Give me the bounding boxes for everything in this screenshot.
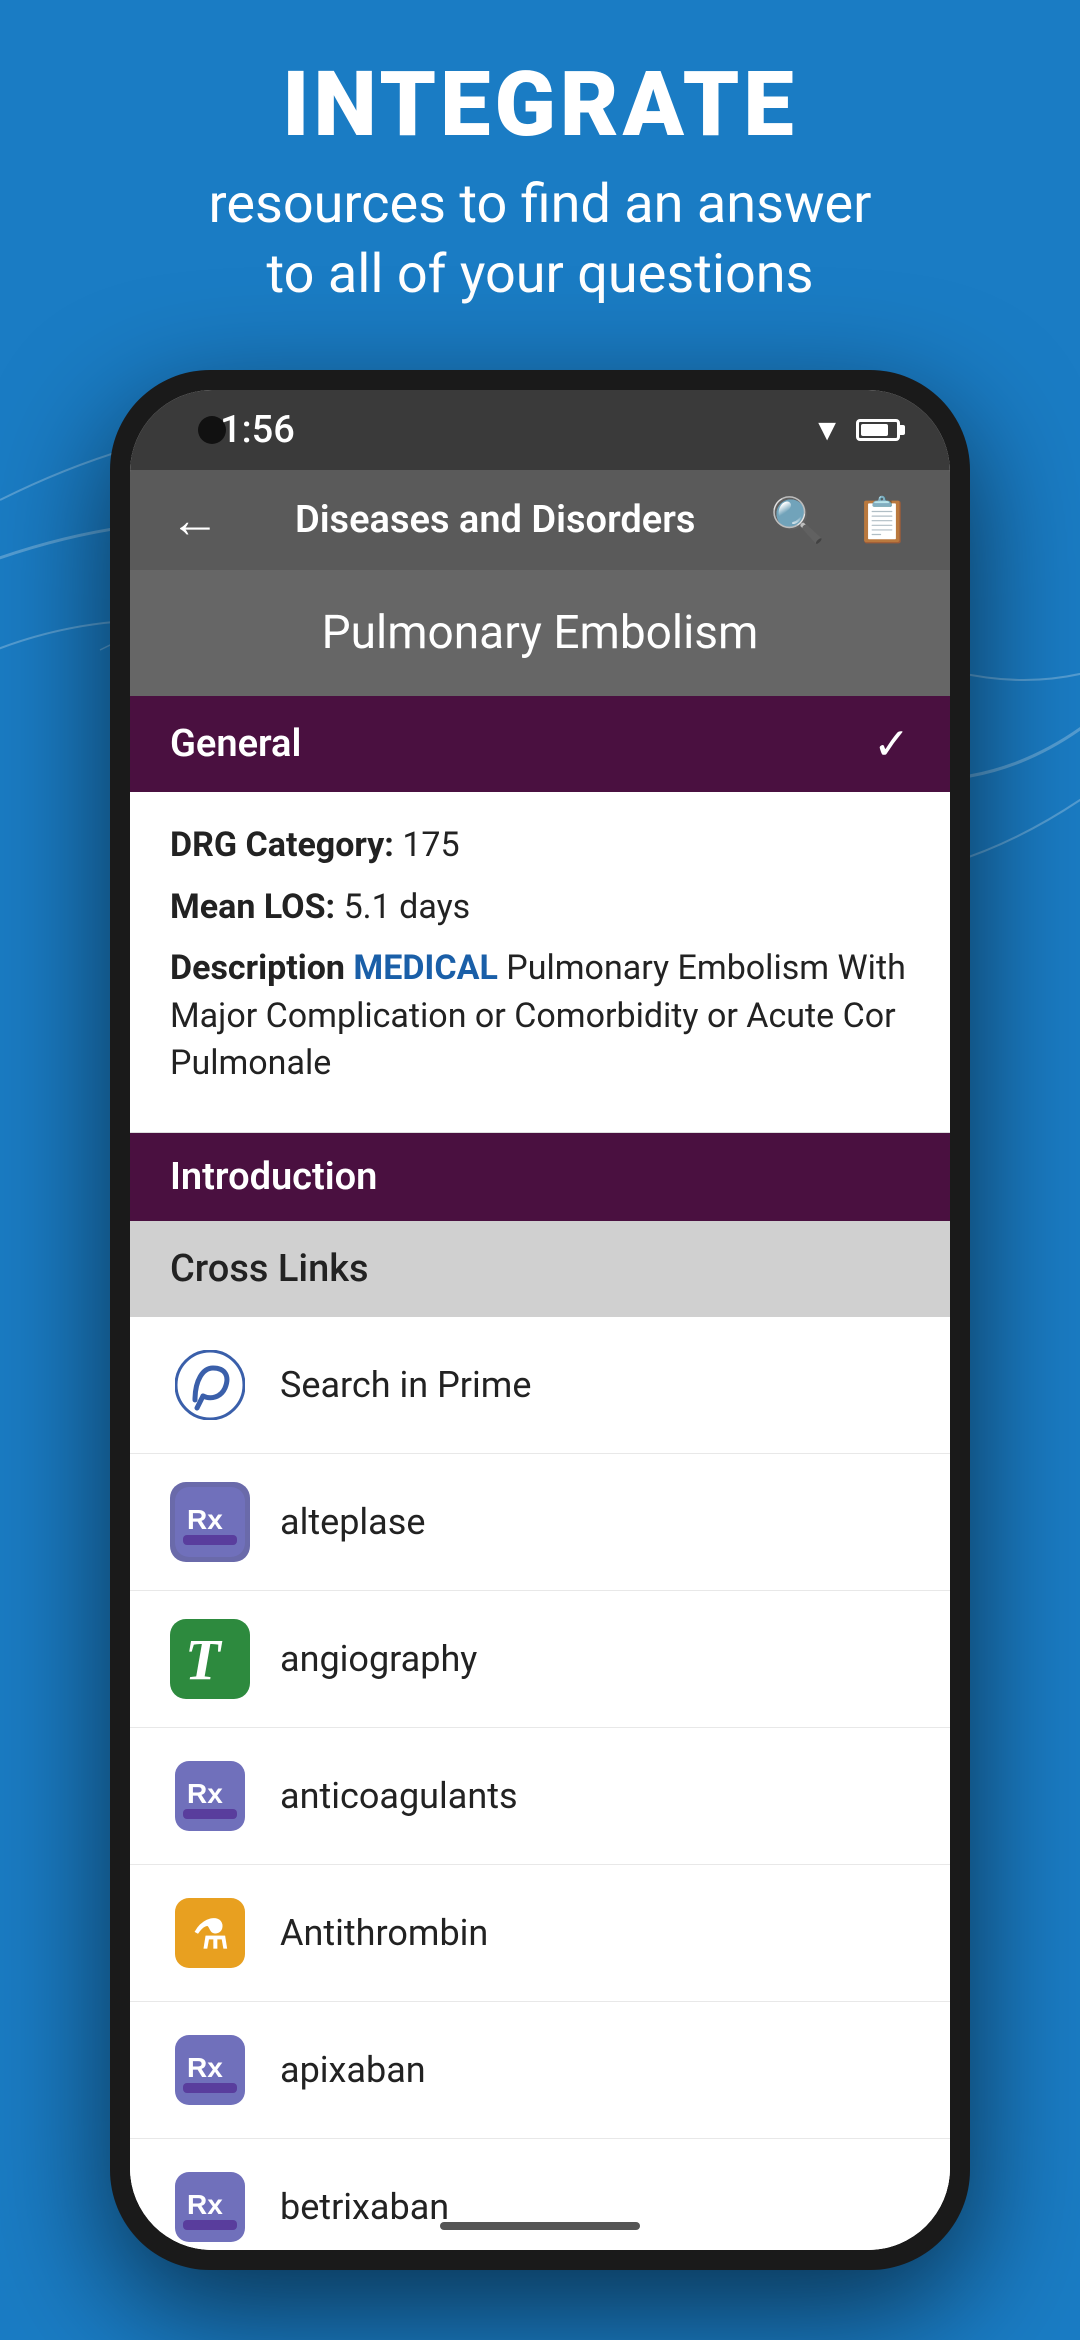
- description-label: Description: [170, 948, 353, 988]
- crosslinks-list: Search in Prime Rx alteplase: [130, 1317, 950, 2250]
- crosslink-item-apixaban[interactable]: Rx apixaban: [130, 2002, 950, 2139]
- crosslink-label-alteplase: alteplase: [280, 1501, 425, 1543]
- mean-los-line: Mean LOS: 5.1 days: [170, 884, 910, 932]
- mean-los-label: Mean LOS:: [170, 887, 335, 927]
- header-subtitle: resources to find an answerto all of you…: [60, 170, 1020, 310]
- crosslink-label-anticoagulants: anticoagulants: [280, 1775, 518, 1817]
- crosslink-item-alteplase[interactable]: Rx alteplase: [130, 1454, 950, 1591]
- svg-text:T: T: [185, 1627, 223, 1692]
- crosslink-label-apixaban: apixaban: [280, 2049, 426, 2091]
- status-bar: 1:56 ▼: [130, 390, 950, 470]
- svg-text:Rx: Rx: [187, 2189, 223, 2220]
- back-button[interactable]: ←: [170, 491, 220, 550]
- status-icons: ▼: [812, 413, 900, 448]
- prime-icon: [170, 1345, 250, 1425]
- drg-label: DRG Category:: [170, 825, 394, 865]
- chevron-down-icon: ✓: [873, 718, 910, 770]
- wifi-icon: ▼: [812, 413, 842, 448]
- crosslink-item-antithrombin[interactable]: ⚗ Antithrombin: [130, 1865, 950, 2002]
- page-title-area: Pulmonary Embolism: [130, 570, 950, 696]
- camera-dot: [198, 416, 226, 444]
- description-line: Description MEDICAL Pulmonary Embolism W…: [170, 945, 910, 1088]
- crosslink-label-betrixaban: betrixaban: [280, 2186, 449, 2228]
- svg-text:Rx: Rx: [187, 1504, 223, 1535]
- app-navbar: ← Diseases and Disorders 🔍 📋: [130, 470, 950, 570]
- rx-icon-alteplase: Rx: [170, 1482, 250, 1562]
- page-title: Pulmonary Embolism: [170, 606, 910, 660]
- lab-icon-antithrombin: ⚗: [170, 1893, 250, 1973]
- drg-category-line: DRG Category: 175: [170, 822, 910, 870]
- crosslink-item-anticoagulants[interactable]: Rx anticoagulants: [130, 1728, 950, 1865]
- rx-icon-apixaban: Rx: [170, 2030, 250, 2110]
- drg-value: 175: [402, 825, 459, 865]
- crosslink-item-search-in-prime[interactable]: Search in Prime: [130, 1317, 950, 1454]
- svg-text:Rx: Rx: [187, 1778, 223, 1809]
- crosslink-item-angiography[interactable]: T angiography: [130, 1591, 950, 1728]
- general-content: DRG Category: 175 Mean LOS: 5.1 days Des…: [130, 792, 950, 1133]
- header-section: INTEGRATE resources to find an answerto …: [0, 60, 1080, 310]
- green-t-icon-angiography: T: [170, 1619, 250, 1699]
- general-section-title: General: [170, 722, 301, 766]
- svg-text:Rx: Rx: [187, 2052, 223, 2083]
- battery-icon: [856, 419, 900, 441]
- rx-icon-betrixaban: Rx: [170, 2167, 250, 2247]
- introduction-title: Introduction: [170, 1155, 377, 1199]
- crosslink-label-antithrombin: Antithrombin: [280, 1912, 488, 1954]
- search-icon[interactable]: 🔍: [770, 494, 825, 546]
- header-title: INTEGRATE: [60, 60, 1020, 150]
- crosslinks-panel: Cross Links: [130, 1221, 950, 1317]
- crosslink-item-betrixaban[interactable]: Rx betrixaban: [130, 2139, 950, 2250]
- description-medical: MEDICAL: [353, 948, 497, 988]
- rx-icon-anticoagulants: Rx: [170, 1756, 250, 1836]
- introduction-section-header[interactable]: Introduction: [130, 1133, 950, 1221]
- phone-screen: 1:56 ▼ ← Diseases and Disorders 🔍 📋 Pulm…: [130, 390, 950, 2250]
- svg-text:⚗: ⚗: [193, 1913, 229, 1957]
- phone-frame: 1:56 ▼ ← Diseases and Disorders 🔍 📋 Pulm…: [110, 370, 970, 2270]
- crosslink-label-angiography: angiography: [280, 1638, 477, 1680]
- navbar-title: Diseases and Disorders: [295, 498, 696, 542]
- mean-los-value: 5.1 days: [344, 887, 471, 927]
- status-time: 1:56: [220, 408, 295, 452]
- clipboard-icon[interactable]: 📋: [855, 494, 910, 546]
- crosslink-label-search-in-prime: Search in Prime: [280, 1364, 531, 1406]
- general-section-header[interactable]: General ✓: [130, 696, 950, 792]
- home-indicator: [440, 2222, 640, 2230]
- crosslinks-title: Cross Links: [170, 1247, 369, 1291]
- nav-action-icons: 🔍 📋: [770, 494, 910, 546]
